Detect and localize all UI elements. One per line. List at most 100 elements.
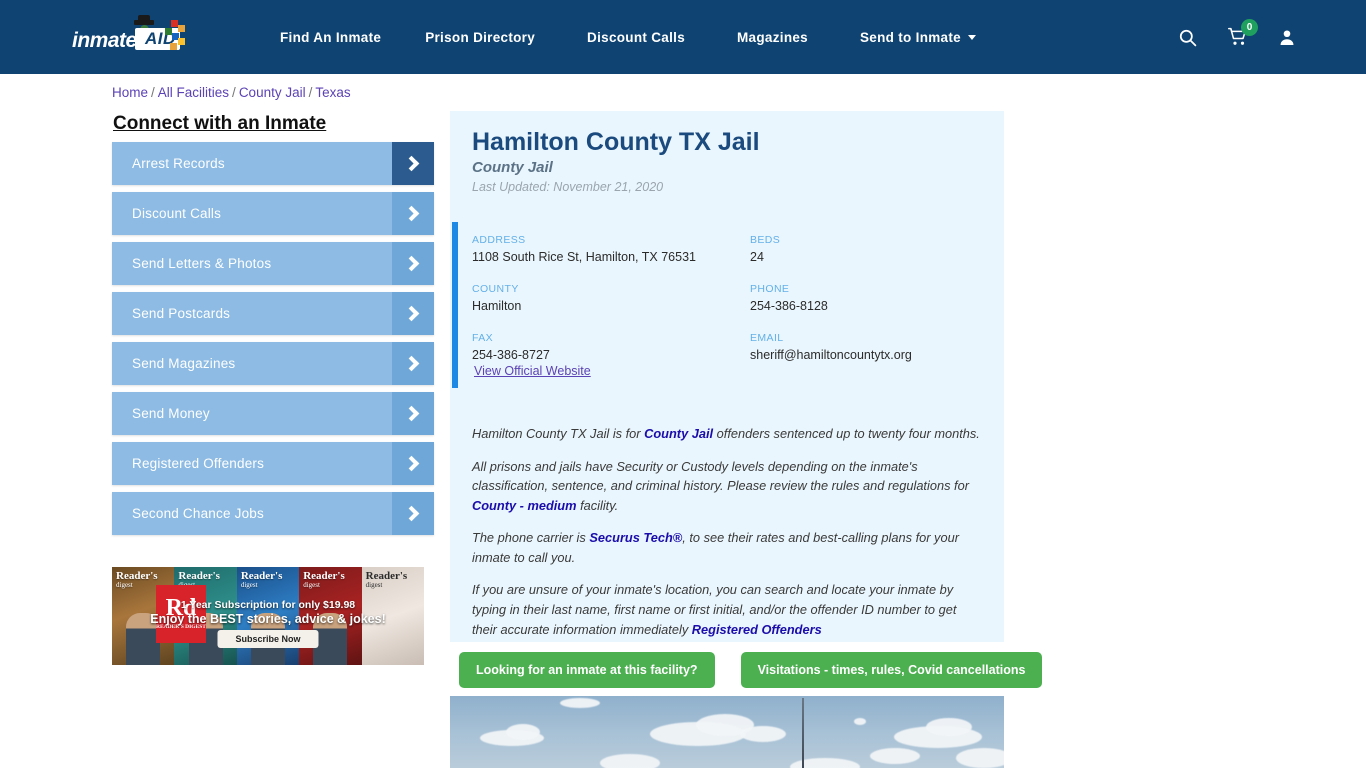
desc-text: The phone carrier is bbox=[472, 530, 590, 546]
nav-item-discount-calls[interactable]: Discount Calls bbox=[565, 30, 715, 45]
breadcrumb-item-all-facilities[interactable]: All Facilities bbox=[158, 85, 229, 100]
field-value: 254-386-8128 bbox=[750, 299, 828, 313]
facility-photo bbox=[450, 696, 1004, 768]
site-logo[interactable]: inmate AID bbox=[72, 15, 194, 58]
breadcrumb-item-county-jail[interactable]: County Jail bbox=[239, 85, 306, 100]
sidebar-item-label: Arrest Records bbox=[132, 156, 225, 171]
facility-type: County Jail bbox=[472, 159, 553, 176]
breadcrumb-separator: / bbox=[151, 85, 155, 100]
facility-field-fax: FAX 254-386-8727 bbox=[472, 332, 750, 362]
desc-link-registered-offenders[interactable]: Registered Offenders bbox=[692, 622, 822, 637]
sidebar-item-label: Discount Calls bbox=[132, 206, 222, 221]
chevron-right-icon bbox=[392, 192, 434, 235]
description-paragraph-4: If you are unsure of your inmate's locat… bbox=[472, 580, 984, 639]
facility-field-email: EMAIL sheriff@hamiltoncountytx.org bbox=[750, 332, 982, 362]
sidebar-item-send-letters-photos[interactable]: Send Letters & Photos bbox=[112, 242, 434, 285]
ad-headline-1: 1 Year Subscription for only $19.98 bbox=[180, 599, 356, 611]
facility-last-updated: Last Updated: November 21, 2020 bbox=[472, 180, 664, 194]
site-header: inmate AID Find An Inmate Prison Directo… bbox=[0, 0, 1366, 74]
desc-text: Hamilton County TX Jail is for bbox=[472, 426, 645, 441]
chevron-right-icon bbox=[392, 342, 434, 385]
sidebar-item-registered-offenders[interactable]: Registered Offenders bbox=[112, 442, 434, 485]
field-label: ADDRESS bbox=[472, 234, 526, 246]
chevron-right-icon bbox=[392, 392, 434, 435]
sidebar-item-send-postcards[interactable]: Send Postcards bbox=[112, 292, 434, 335]
user-icon[interactable] bbox=[1278, 28, 1296, 47]
breadcrumb-item-home[interactable]: Home bbox=[112, 85, 148, 100]
desc-link-county-jail[interactable]: County Jail bbox=[644, 426, 713, 441]
chevron-right-icon bbox=[392, 492, 434, 535]
breadcrumb-separator: / bbox=[232, 85, 236, 100]
header-icon-group: 0 bbox=[1178, 0, 1296, 74]
cart-count-badge: 0 bbox=[1241, 19, 1258, 36]
action-button-row: Looking for an inmate at this facility? … bbox=[459, 652, 1043, 688]
field-label: BEDS bbox=[750, 234, 781, 246]
ad-cover-sub: digest bbox=[303, 581, 320, 589]
visitations-button[interactable]: Visitations - times, rules, Covid cancel… bbox=[740, 652, 1043, 688]
sidebar-item-send-money[interactable]: Send Money bbox=[112, 392, 434, 435]
cart-icon[interactable]: 0 bbox=[1227, 19, 1258, 47]
field-value: 254-386-8727 bbox=[472, 348, 550, 362]
field-label: PHONE bbox=[750, 283, 790, 295]
description-paragraph-3: The phone carrier is Securus Tech®, to s… bbox=[472, 528, 984, 567]
field-value: 1108 South Rice St, Hamilton, TX 76531 bbox=[472, 250, 696, 264]
field-label: FAX bbox=[472, 332, 494, 344]
nav-send-to-inmate-label: Send to Inmate bbox=[860, 29, 961, 45]
nav-item-find-an-inmate[interactable]: Find An Inmate bbox=[258, 30, 403, 45]
desc-link-securus-tech[interactable]: Securus Tech® bbox=[589, 530, 682, 545]
facility-info-grid: ADDRESS 1108 South Rice St, Hamilton, TX… bbox=[472, 234, 982, 362]
field-value: 24 bbox=[750, 250, 764, 264]
radio-tower bbox=[802, 698, 804, 768]
chevron-down-icon bbox=[967, 34, 976, 40]
sidebar-item-label: Send Postcards bbox=[132, 306, 231, 321]
facility-field-phone: PHONE 254-386-8128 bbox=[750, 283, 982, 313]
sidebar-item-label: Registered Offenders bbox=[132, 456, 265, 471]
chevron-right-icon bbox=[392, 142, 434, 185]
sidebar-item-label: Send Magazines bbox=[132, 356, 236, 371]
desc-link-county-medium[interactable]: County - medium bbox=[472, 498, 577, 513]
desc-text: facility. bbox=[576, 497, 619, 513]
field-value: Hamilton bbox=[472, 299, 522, 313]
nav-item-send-to-inmate[interactable]: Send to Inmate bbox=[838, 30, 998, 45]
desc-text: All prisons and jails have Security or C… bbox=[472, 458, 969, 494]
nav-item-prison-directory[interactable]: Prison Directory bbox=[403, 30, 565, 45]
ad-cover-sub: digest bbox=[365, 581, 383, 589]
ad-cover-sub: digest bbox=[240, 581, 258, 589]
description-paragraph-2: All prisons and jails have Security or C… bbox=[472, 457, 984, 516]
logo-wordmark: inmate bbox=[72, 29, 137, 52]
sidebar-menu: Arrest Records Discount Calls Send Lette… bbox=[112, 142, 434, 542]
ad-subscribe-button[interactable]: Subscribe Now bbox=[217, 630, 319, 648]
facility-field-address: ADDRESS 1108 South Rice St, Hamilton, TX… bbox=[472, 234, 750, 264]
facility-field-county: COUNTY Hamilton bbox=[472, 283, 750, 313]
nav-item-magazines[interactable]: Magazines bbox=[715, 30, 838, 45]
sidebar-item-arrest-records[interactable]: Arrest Records bbox=[112, 142, 434, 185]
field-value: sheriff@hamiltoncountytx.org bbox=[750, 348, 912, 362]
search-icon[interactable] bbox=[1178, 28, 1197, 47]
sidebar-item-label: Second Chance Jobs bbox=[132, 506, 264, 521]
breadcrumb: Home / All Facilities / County Jail / Texas bbox=[112, 85, 351, 100]
desc-text: offenders sentenced up to twenty four mo… bbox=[713, 426, 980, 441]
field-label: COUNTY bbox=[472, 283, 519, 295]
accent-bar bbox=[452, 222, 458, 388]
sidebar-item-label: Send Letters & Photos bbox=[132, 256, 272, 271]
sidebar-title[interactable]: Connect with an Inmate bbox=[113, 113, 326, 135]
advertisement-banner[interactable]: Reader'sdigest Reader'sdigest Reader'sdi… bbox=[112, 567, 424, 665]
breadcrumb-separator: / bbox=[308, 85, 313, 100]
ad-headline-2: Enjoy the BEST stories, advice & jokes! bbox=[150, 612, 386, 626]
sidebar-item-discount-calls[interactable]: Discount Calls bbox=[112, 192, 434, 235]
field-label: EMAIL bbox=[750, 332, 784, 344]
chevron-right-icon bbox=[392, 292, 434, 335]
chevron-right-icon bbox=[392, 242, 434, 285]
view-official-website-link[interactable]: View Official Website bbox=[474, 364, 591, 378]
main-navigation: Find An Inmate Prison Directory Discount… bbox=[258, 0, 998, 74]
chevron-right-icon bbox=[392, 442, 434, 485]
description-paragraph-1: Hamilton County TX Jail is for County Ja… bbox=[472, 424, 984, 444]
facility-card: Hamilton County TX Jail County Jail Last… bbox=[450, 111, 1004, 642]
inmate-search-button[interactable]: Looking for an inmate at this facility? bbox=[459, 652, 715, 688]
sidebar-item-label: Send Money bbox=[132, 406, 210, 421]
breadcrumb-item-texas[interactable]: Texas bbox=[315, 85, 350, 100]
sidebar-item-send-magazines[interactable]: Send Magazines bbox=[112, 342, 434, 385]
facility-description: Hamilton County TX Jail is for County Ja… bbox=[472, 424, 984, 652]
sidebar-item-second-chance-jobs[interactable]: Second Chance Jobs bbox=[112, 492, 434, 535]
logo-blocks-icon bbox=[164, 20, 185, 54]
